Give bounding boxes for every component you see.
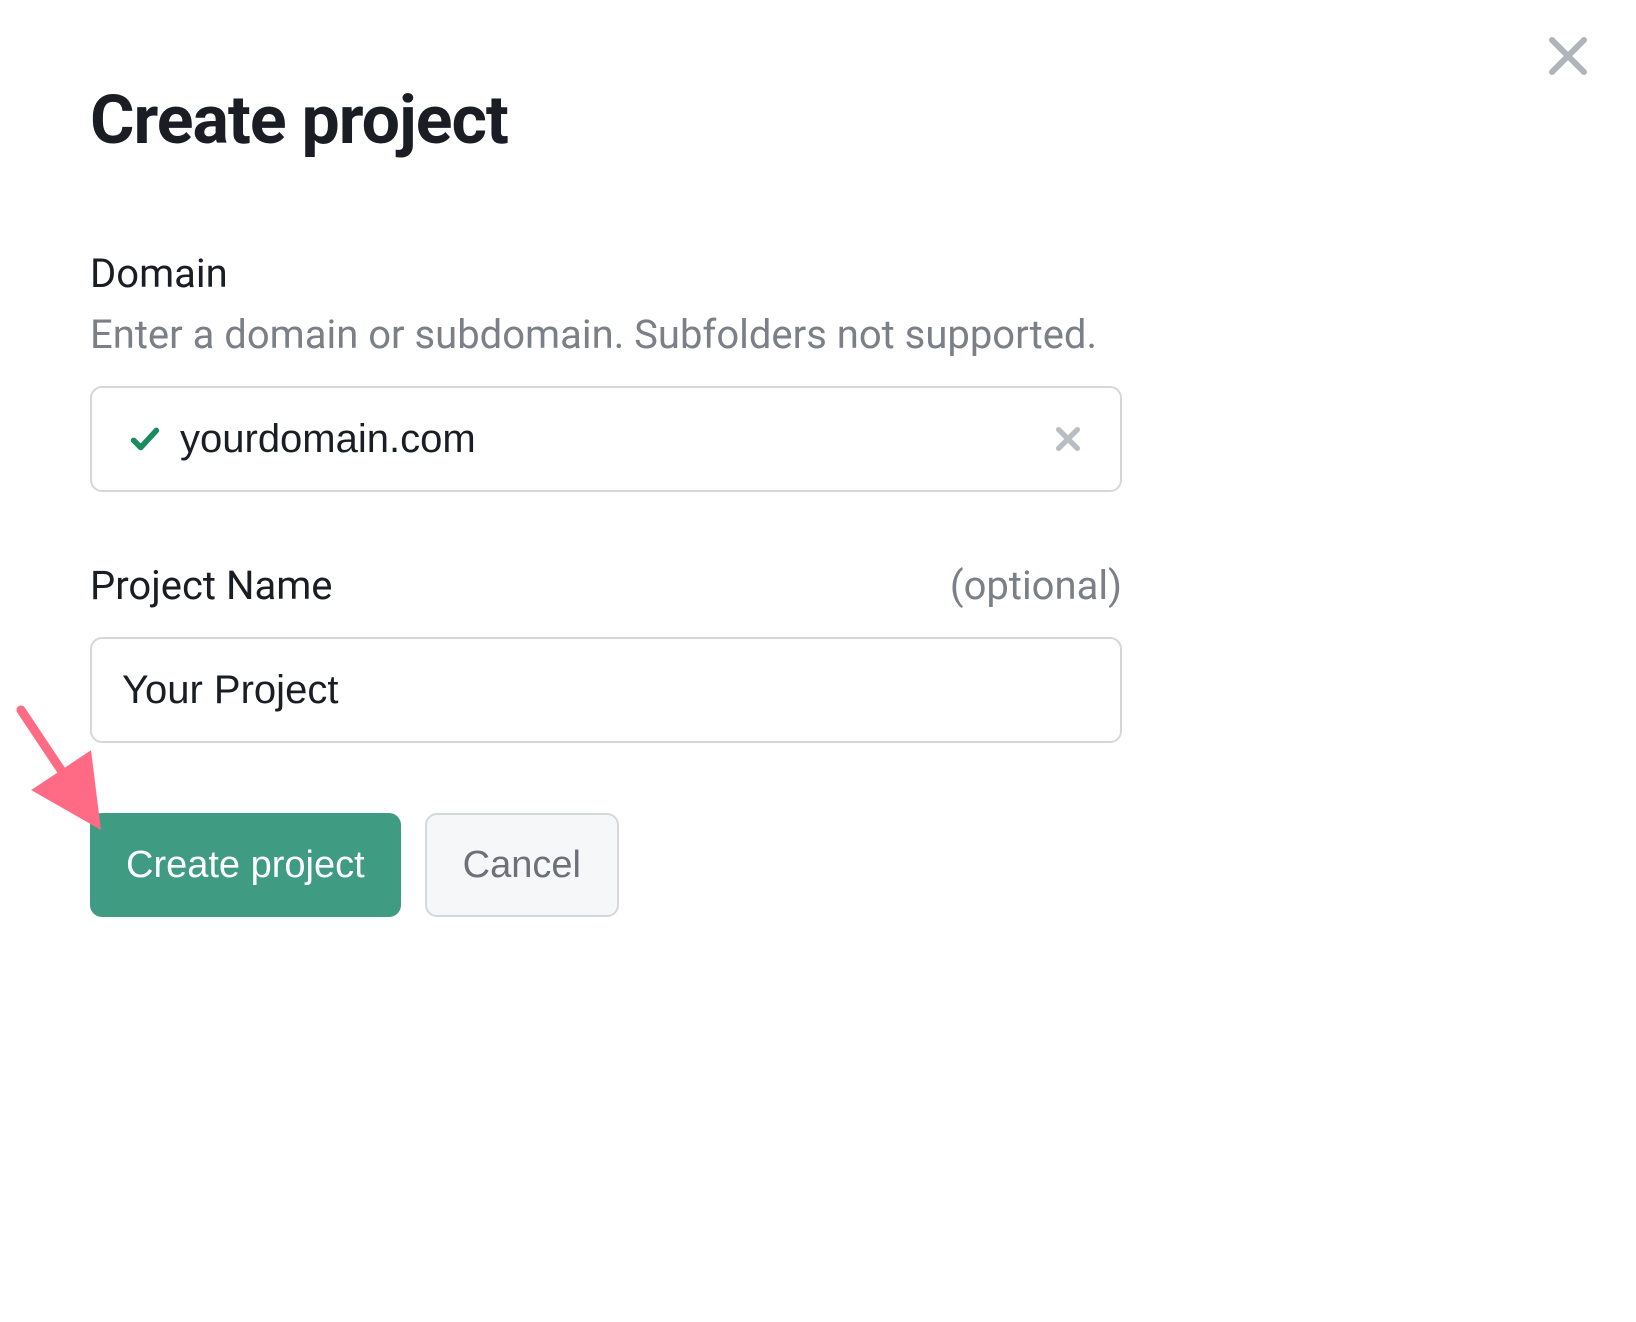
dialog-actions: Create project Cancel [90, 813, 1546, 917]
domain-input[interactable] [180, 388, 1120, 490]
create-project-button[interactable]: Create project [90, 813, 401, 917]
clear-domain-button[interactable] [1044, 415, 1092, 463]
create-project-dialog: Create project Domain Enter a domain or … [0, 0, 1636, 917]
project-name-input[interactable] [90, 637, 1122, 743]
domain-input-wrapper [90, 386, 1122, 492]
close-button[interactable] [1540, 28, 1596, 84]
optional-hint: (optional) [950, 562, 1122, 609]
cancel-button[interactable]: Cancel [425, 813, 619, 917]
project-name-field-group: Project Name (optional) [90, 562, 1546, 743]
check-icon [128, 422, 162, 456]
close-icon [1544, 32, 1592, 80]
domain-label: Domain [90, 250, 1546, 297]
project-name-label: Project Name [90, 562, 333, 609]
dialog-title: Create project [90, 80, 1546, 160]
domain-help-text: Enter a domain or subdomain. Subfolders … [90, 311, 1546, 358]
clear-icon [1052, 423, 1084, 455]
domain-field-group: Domain Enter a domain or subdomain. Subf… [90, 250, 1546, 492]
